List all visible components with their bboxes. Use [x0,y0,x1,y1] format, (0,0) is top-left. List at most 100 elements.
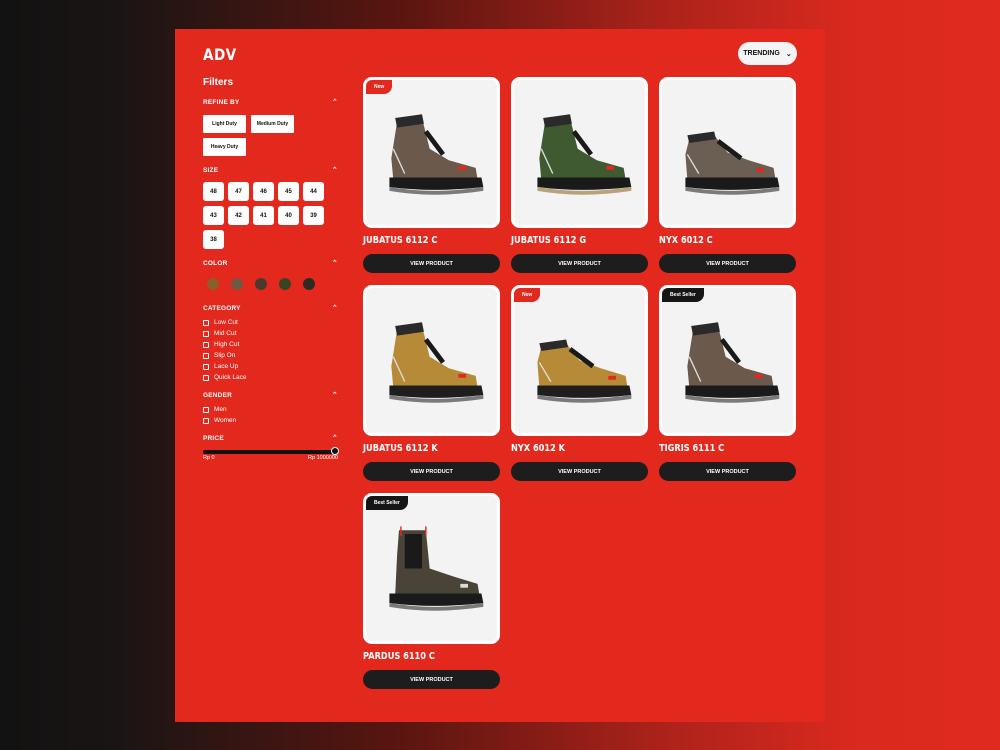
product-name[interactable]: PARDUS 6110 C [363,651,435,662]
product-image-frame[interactable]: Best Seller [659,285,796,436]
price-min: Rp 0 [203,455,215,461]
category-option-label: Slip On [214,352,236,359]
gender-option-label: Men [214,406,227,413]
size-option[interactable]: 40 [278,206,299,225]
refine-light-duty[interactable]: Light Duty [203,115,246,133]
gender-header[interactable]: GENDER ⌃ [203,392,338,399]
product-image-frame[interactable] [659,77,796,228]
size-option[interactable]: 44 [303,182,324,201]
color-swatch[interactable] [231,278,243,290]
price-range-slider[interactable] [203,450,335,454]
product-badge: New [366,80,393,94]
boot-image [537,114,632,195]
chevron-up-icon: ⌃ [331,435,338,442]
view-product-button[interactable]: VIEW PRODUCT [659,254,796,273]
color-label: COLOR [203,260,228,267]
gender-option[interactable]: Men [203,406,227,413]
product-name[interactable]: JUBATUS 6112 G [511,235,586,246]
size-option[interactable]: 43 [203,206,224,225]
product-image-frame[interactable] [363,285,500,436]
color-swatch[interactable] [207,278,219,290]
checkbox[interactable] [203,319,209,326]
brand-logo[interactable]: ADV [203,45,237,64]
category-option-label: Lace Up [214,363,239,370]
checkbox[interactable] [203,374,209,381]
size-option[interactable]: 41 [253,206,274,225]
boot-image [685,322,780,403]
checkbox[interactable] [203,417,209,424]
product-name[interactable]: NYX 6012 C [659,235,713,246]
size-header[interactable]: SIZE ⌃ [203,167,338,174]
price-header[interactable]: PRICE ⌃ [203,435,338,442]
price-label: PRICE [203,435,224,442]
product-name[interactable]: TIGRIS 6111 C [659,443,724,454]
category-option[interactable]: Low Cut [203,319,238,326]
view-product-button[interactable]: VIEW PRODUCT [659,462,796,481]
sort-label: TRENDING [743,50,780,57]
category-option-label: Low Cut [214,319,238,326]
size-option[interactable]: 45 [278,182,299,201]
product-image-frame[interactable]: New [363,77,500,228]
chevron-up-icon: ⌃ [331,260,338,267]
size-option[interactable]: 47 [228,182,249,201]
color-swatch[interactable] [303,278,315,290]
checkbox[interactable] [203,341,209,348]
view-product-button[interactable]: VIEW PRODUCT [511,254,648,273]
product-badge: Best Seller [662,288,704,302]
category-label: CATEGORY [203,305,241,312]
product-image-frame[interactable] [511,77,648,228]
category-option[interactable]: Slip On [203,352,235,359]
size-label: SIZE [203,167,219,174]
color-header[interactable]: COLOR ⌃ [203,260,338,267]
price-range-handle[interactable] [331,447,339,455]
view-product-button[interactable]: VIEW PRODUCT [511,462,648,481]
page-panel: ADV TRENDING ⌄ Filters REFINE BY ⌃ Light… [175,29,825,722]
product-name[interactable]: JUBATUS 6112 C [363,235,437,246]
category-option-label: Mid Cut [214,330,237,337]
refine-medium-duty[interactable]: Medium Duty [251,115,294,133]
product-name[interactable]: JUBATUS 6112 K [363,443,438,454]
size-option[interactable]: 38 [203,230,224,249]
product-name[interactable]: NYX 6012 K [511,443,565,454]
view-product-button[interactable]: VIEW PRODUCT [363,670,500,689]
size-option[interactable]: 46 [253,182,274,201]
view-product-button[interactable]: VIEW PRODUCT [363,254,500,273]
category-header[interactable]: CATEGORY ⌃ [203,305,338,312]
boot-image [389,322,484,403]
chevron-up-icon: ⌃ [331,305,338,312]
gender-option-label: Women [214,417,237,424]
refine-label: REFINE BY [203,99,240,106]
chevron-up-icon: ⌃ [331,392,338,399]
checkbox[interactable] [203,363,209,370]
product-image-frame[interactable]: Best Seller [363,493,500,644]
boot-image [389,114,484,195]
boot-image [389,526,484,611]
checkbox[interactable] [203,330,209,337]
checkbox[interactable] [203,352,209,359]
chevron-up-icon: ⌃ [331,167,338,174]
product-badge: New [514,288,541,302]
category-option[interactable]: Quick Lace [203,374,247,381]
size-option[interactable]: 48 [203,182,224,201]
product-badge: Best Seller [366,496,408,510]
filters-title: Filters [203,77,234,88]
price-max: Rp 1000000 [308,455,338,461]
chevron-down-icon: ⌄ [785,50,792,58]
refine-heavy-duty[interactable]: Heavy Duty [203,138,246,156]
size-option[interactable]: 42 [228,206,249,225]
category-option-label: High Cut [214,341,240,348]
size-option[interactable]: 39 [303,206,324,225]
category-option[interactable]: Lace Up [203,363,238,370]
product-image-frame[interactable]: New [511,285,648,436]
checkbox[interactable] [203,406,209,413]
color-swatch[interactable] [255,278,267,290]
gender-option[interactable]: Women [203,417,236,424]
category-option[interactable]: Mid Cut [203,330,236,337]
refine-header[interactable]: REFINE BY ⌃ [203,99,338,106]
boot-image [685,131,780,195]
chevron-up-icon: ⌃ [331,99,338,106]
sort-dropdown[interactable]: TRENDING ⌄ [738,42,797,65]
category-option[interactable]: High Cut [203,341,239,348]
view-product-button[interactable]: VIEW PRODUCT [363,462,500,481]
color-swatch[interactable] [279,278,291,290]
